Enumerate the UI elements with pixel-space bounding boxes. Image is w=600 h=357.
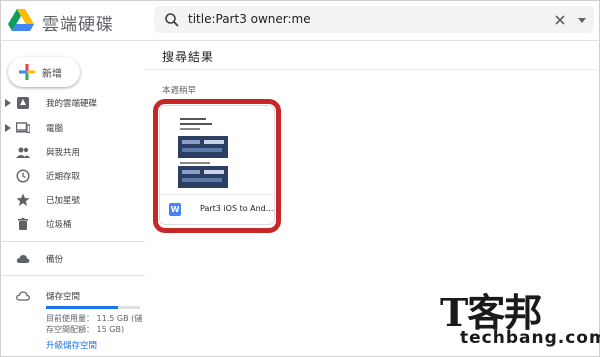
cloud-icon bbox=[16, 254, 30, 263]
star-icon bbox=[16, 193, 30, 206]
storage-progress-fill bbox=[46, 306, 119, 309]
drive-logo-icon[interactable] bbox=[8, 9, 34, 31]
main-divider bbox=[145, 69, 600, 70]
storage-label: 儲存空間 bbox=[46, 292, 81, 302]
trash-icon bbox=[18, 217, 28, 230]
highlight-outline bbox=[153, 99, 281, 233]
storage-progress-bar bbox=[46, 306, 140, 309]
people-icon bbox=[16, 147, 30, 158]
caret-right-icon[interactable] bbox=[5, 124, 11, 132]
section-label: 本週稍早 bbox=[162, 86, 197, 96]
sidebar-item-storage[interactable]: 儲存空間 bbox=[0, 285, 145, 307]
plus-icon bbox=[19, 64, 35, 80]
sidebar-item-label: 我的雲端硬碟 bbox=[46, 99, 98, 109]
caret-right-icon[interactable] bbox=[5, 99, 11, 107]
sidebar-item-trash[interactable]: 垃圾桶 bbox=[0, 213, 145, 235]
drive-icon bbox=[17, 97, 29, 109]
sidebar-item-label: 垃圾桶 bbox=[46, 220, 72, 230]
sidebar-item-label: 已加星號 bbox=[46, 196, 81, 206]
page-title: 搜尋結果 bbox=[162, 50, 215, 64]
new-button[interactable]: 新增 bbox=[8, 57, 80, 87]
sidebar-item-shared[interactable]: 與我共用 bbox=[0, 141, 145, 163]
sidebar-item-starred[interactable]: 已加星號 bbox=[0, 189, 145, 211]
search-input[interactable]: title:Part3 owner:me bbox=[188, 12, 311, 26]
watermark-sub: techbang.com bbox=[460, 328, 600, 348]
watermark-logo: T客邦 techbang.com bbox=[438, 282, 600, 354]
sidebar-divider bbox=[0, 275, 145, 276]
sidebar-divider bbox=[0, 241, 145, 242]
sidebar-item-label: 近期存取 bbox=[46, 172, 81, 182]
computer-icon bbox=[16, 122, 30, 134]
cloud-outline-icon bbox=[16, 291, 30, 301]
sidebar-item-my-drive[interactable]: 我的雲端硬碟 bbox=[0, 92, 145, 114]
sidebar-item-computers[interactable]: 電腦 bbox=[0, 117, 145, 139]
sidebar-item-backups[interactable]: 備份 bbox=[0, 248, 145, 270]
upgrade-storage-link[interactable]: 升級儲存空間 bbox=[46, 339, 97, 351]
sidebar-item-label: 備份 bbox=[46, 255, 64, 265]
app-title: 雲端硬碟 bbox=[42, 15, 114, 35]
sidebar-item-recent[interactable]: 近期存取 bbox=[0, 165, 145, 187]
storage-quota-text: 存空間配額： 15 GB) bbox=[46, 325, 125, 334]
top-bar: 雲端硬碟 title:Part3 owner:me bbox=[0, 0, 600, 41]
search-box[interactable]: title:Part3 owner:me bbox=[154, 6, 594, 33]
chevron-down-icon[interactable] bbox=[576, 14, 588, 26]
new-button-label: 新增 bbox=[42, 69, 62, 80]
sidebar-item-label: 電腦 bbox=[46, 124, 64, 134]
sidebar: 新增 我的雲端硬碟 電腦 與我共用 近期存取 已加星號 垃圾桶 備份 儲存空間 … bbox=[0, 41, 145, 357]
storage-used-text: 目前使用量： 11.5 GB (儲 bbox=[46, 314, 143, 323]
search-icon[interactable] bbox=[164, 12, 180, 28]
close-icon[interactable] bbox=[552, 12, 568, 28]
sidebar-item-label: 與我共用 bbox=[46, 148, 81, 158]
clock-icon bbox=[16, 169, 30, 183]
